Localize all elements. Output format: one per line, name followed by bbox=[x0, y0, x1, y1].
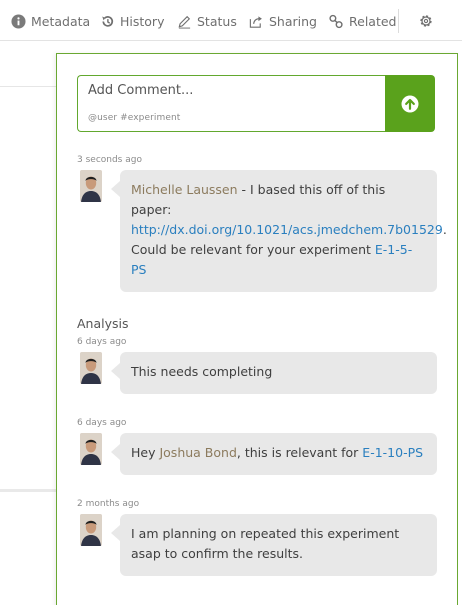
comment-text: , this is relevant for bbox=[236, 445, 363, 460]
related-label: Related bbox=[349, 13, 397, 29]
experiment-link[interactable]: E-1-10-PS bbox=[362, 445, 423, 460]
gear-icon bbox=[420, 15, 432, 27]
status-label: Status bbox=[197, 13, 237, 29]
info-icon bbox=[11, 13, 26, 29]
submit-comment-button[interactable] bbox=[385, 75, 435, 132]
pencil-icon bbox=[178, 15, 191, 29]
toolbar-divider bbox=[398, 9, 399, 33]
avatar bbox=[80, 352, 102, 384]
comment-input[interactable] bbox=[88, 83, 378, 98]
background-divider bbox=[0, 86, 58, 87]
background-divider bbox=[0, 489, 58, 492]
comment-timestamp: 6 days ago bbox=[77, 418, 127, 428]
metadata-tab[interactable]: Metadata bbox=[11, 12, 90, 30]
related-tab[interactable]: Related bbox=[328, 12, 396, 30]
comment-bubble: Michelle Laussen - I based this off of t… bbox=[111, 170, 447, 292]
user-photo-icon bbox=[80, 352, 102, 384]
history-label: History bbox=[120, 13, 165, 29]
toolbar: Metadata History Status Sharing Related bbox=[0, 0, 462, 41]
avatar bbox=[80, 433, 102, 465]
paper-link[interactable]: http://dx.doi.org/10.1021/acs.jmedchem.7… bbox=[131, 222, 443, 237]
user-photo-icon bbox=[80, 433, 102, 465]
user-photo-icon bbox=[80, 514, 102, 546]
history-icon bbox=[102, 15, 114, 27]
comment-timestamp: 3 seconds ago bbox=[77, 155, 142, 165]
comment-timestamp: 6 days ago bbox=[77, 337, 127, 347]
comment-bubble: Hey Joshua Bond, this is relevant for E-… bbox=[111, 433, 437, 475]
avatar bbox=[80, 514, 102, 546]
settings-button[interactable] bbox=[418, 12, 439, 30]
comment-bubble: This needs completing bbox=[111, 352, 437, 394]
comment-author[interactable]: Michelle Laussen bbox=[131, 182, 238, 197]
comment-timestamp: 2 months ago bbox=[77, 499, 140, 509]
share-icon bbox=[249, 15, 262, 28]
comment-text: Hey bbox=[131, 445, 160, 460]
section-heading: Analysis bbox=[77, 316, 129, 331]
history-tab[interactable]: History bbox=[100, 12, 164, 30]
comment-box: @user #experiment bbox=[77, 75, 385, 132]
comment-text: I am planning on repeated this experimen… bbox=[131, 526, 400, 561]
comment-hint: @user #experiment bbox=[88, 113, 181, 123]
avatar bbox=[80, 170, 102, 202]
user-photo-icon bbox=[80, 170, 102, 202]
comment-bubble: I am planning on repeated this experimen… bbox=[111, 514, 437, 576]
related-icon bbox=[329, 14, 343, 28]
user-mention[interactable]: Joshua Bond bbox=[159, 445, 236, 460]
metadata-label: Metadata bbox=[31, 13, 91, 29]
arrow-up-icon bbox=[401, 95, 419, 112]
comment-text: This needs completing bbox=[131, 364, 273, 379]
sharing-tab[interactable]: Sharing bbox=[248, 12, 317, 30]
sharing-label: Sharing bbox=[269, 13, 317, 29]
status-tab[interactable]: Status bbox=[177, 12, 237, 30]
